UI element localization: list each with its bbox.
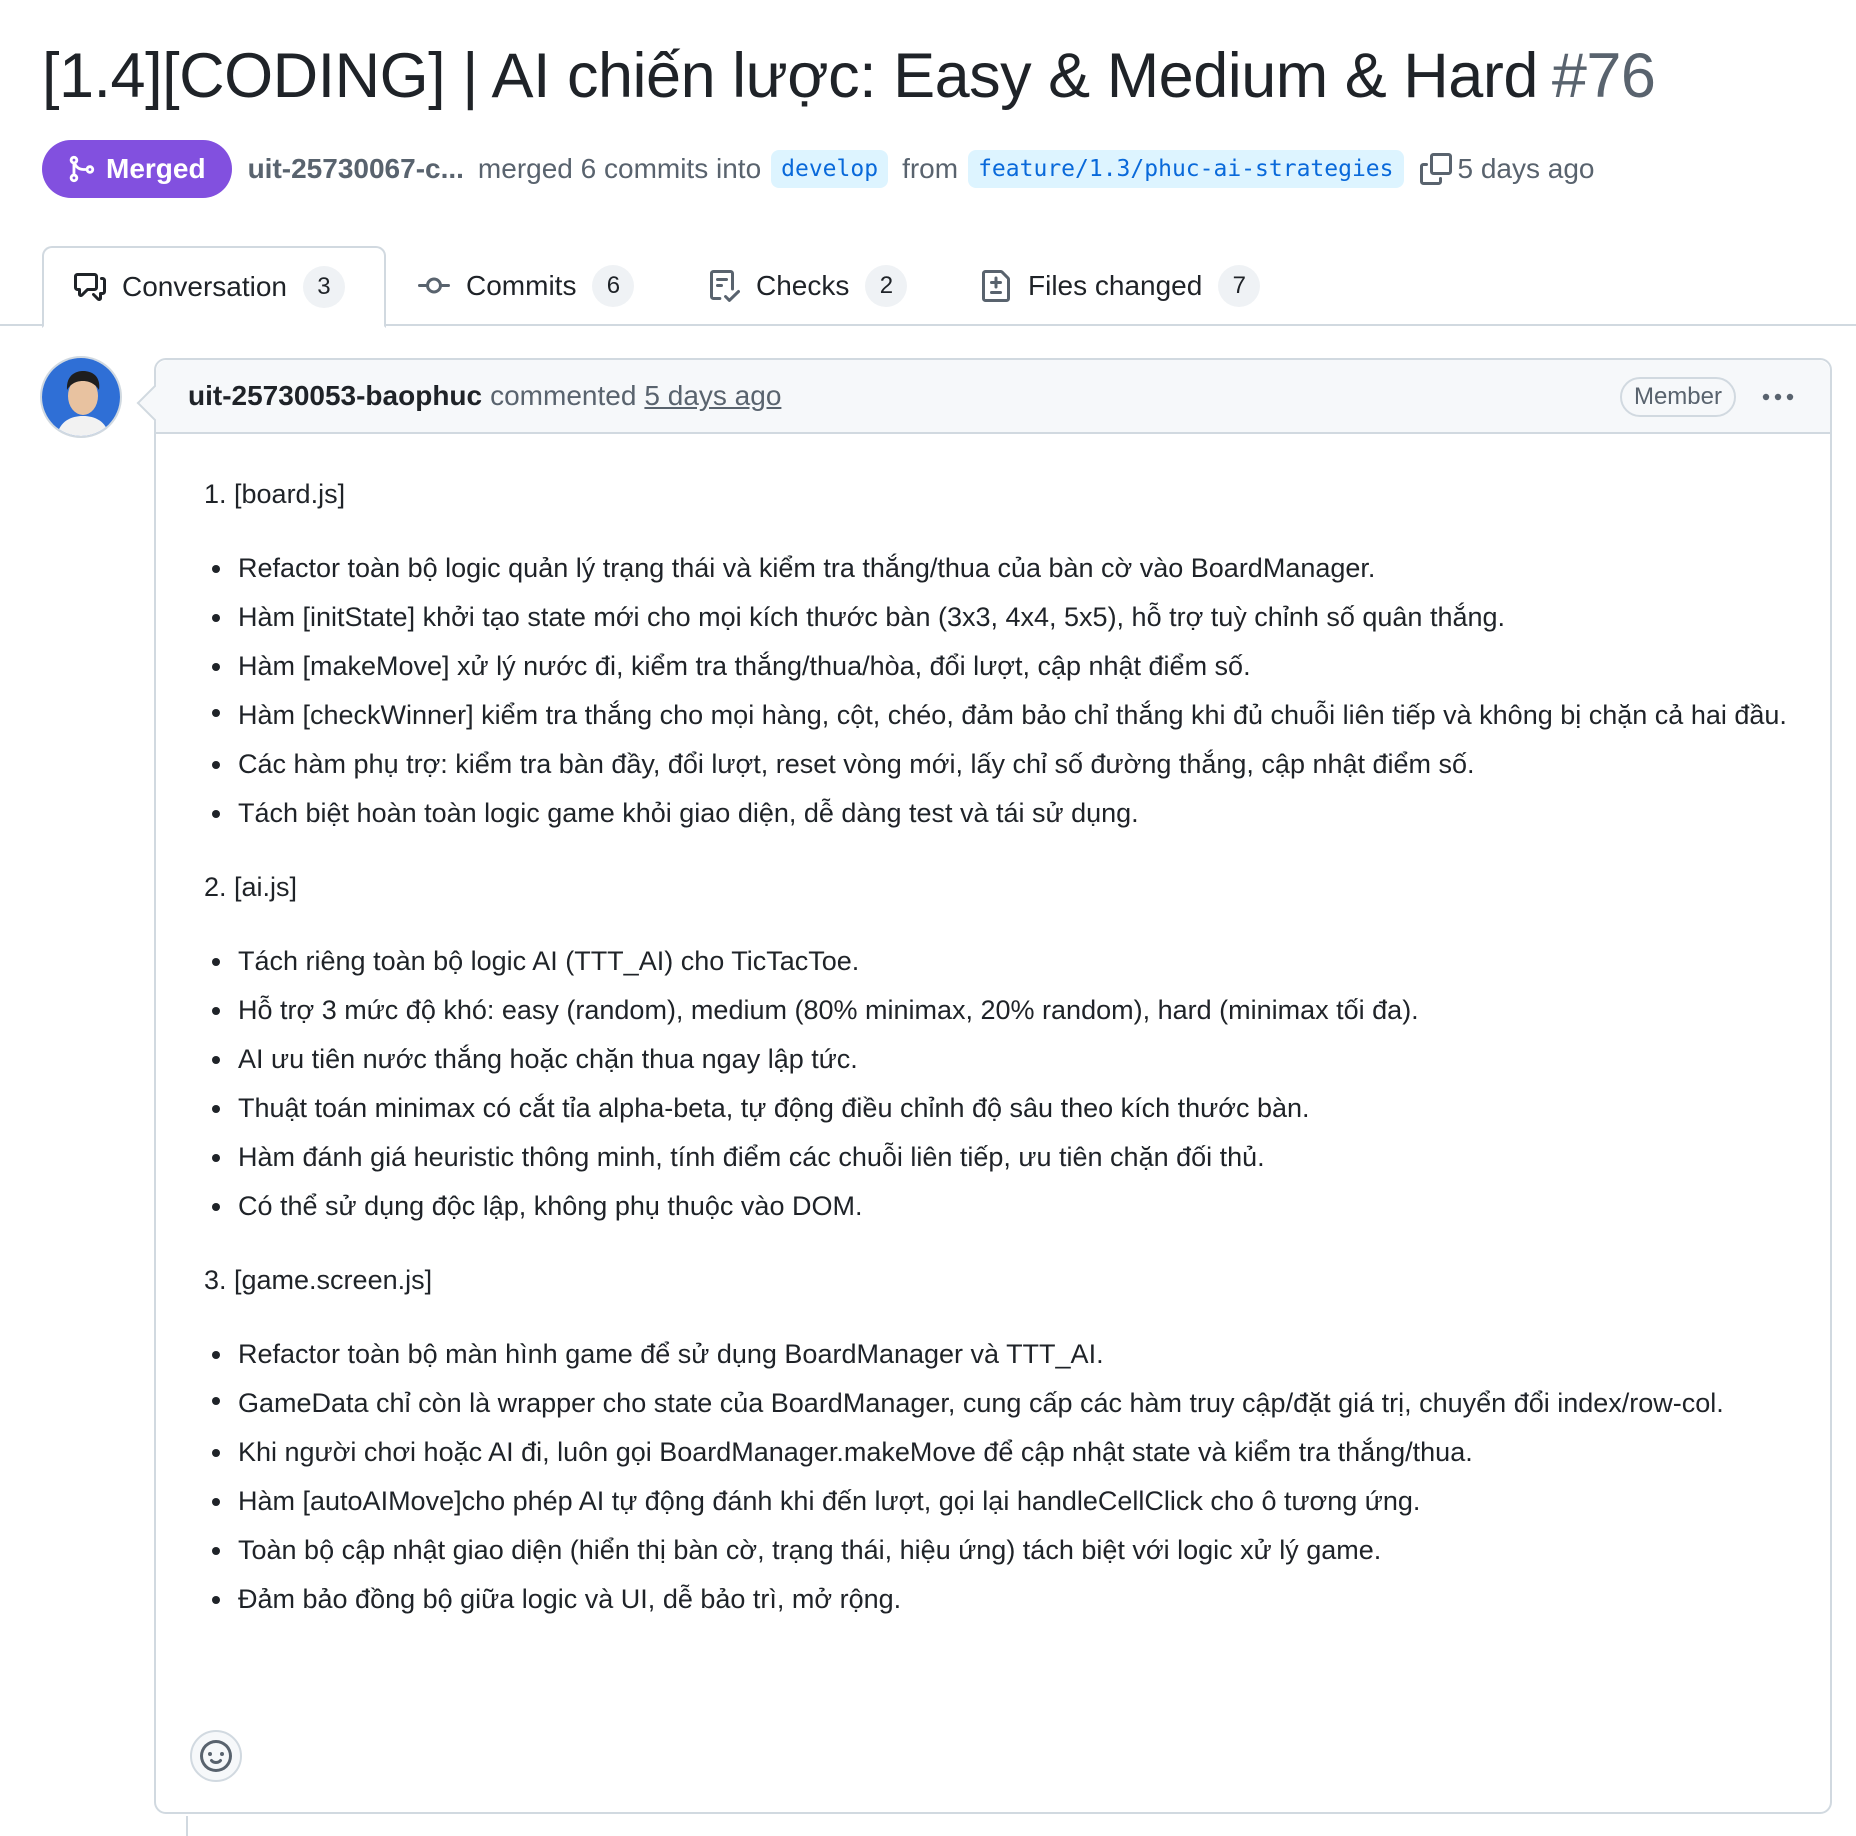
comment-box: uit-25730053-baophuc commented 5 days ag… — [154, 358, 1832, 1814]
tab-conversation-label: Conversation — [122, 271, 287, 302]
tab-conversation-count: 3 — [302, 266, 345, 308]
section-title: 2. [ai.js] — [204, 872, 298, 902]
smiley-icon — [200, 1740, 232, 1772]
git-commit-icon — [418, 277, 450, 294]
list-item: Khi người chơi hoặc AI đi, luôn gọi Boar… — [204, 1428, 1804, 1477]
list-item: Tách riêng toàn bộ logic AI (TTT_AI) cho… — [204, 937, 1804, 986]
tab-commits[interactable]: Commits 6 — [418, 246, 635, 326]
pr-tabs: Conversation 3 Commits 6 Checks 2 Files … — [0, 246, 1856, 328]
comment-header: uit-25730053-baophuc commented 5 days ag… — [156, 360, 1830, 434]
list-item: Toàn bộ cập nhật giao diện (hiển thị bàn… — [204, 1526, 1804, 1575]
from-text: from — [902, 153, 959, 184]
comment-body: 1. [board.js] Refactor toàn bộ logic quả… — [204, 470, 1804, 1624]
list-item: Tách biệt hoàn toàn logic game khỏi giao… — [204, 789, 1804, 838]
list-item: Hàm [initState] khởi tạo state mới cho m… — [204, 593, 1804, 642]
tab-conversation[interactable]: Conversation 3 — [42, 246, 386, 328]
merged-badge: Merged — [42, 140, 232, 198]
head-branch-link[interactable]: feature/1.3/phuc-ai-strategies — [968, 150, 1404, 188]
page-title: [1.4][CODING] | AI chiến lược: Easy & Me… — [42, 40, 1656, 112]
list-item: Các hàm phụ trợ: kiểm tra bàn đầy, đổi l… — [204, 740, 1804, 789]
section-title: 3. [game.screen.js] — [204, 1265, 433, 1295]
list-item: Hỗ trợ 3 mức độ khó: easy (random), medi… — [204, 986, 1804, 1035]
tab-commits-label: Commits — [466, 270, 577, 301]
git-merge-icon — [69, 155, 95, 183]
tab-checks-label: Checks — [756, 270, 850, 301]
section-title: 1. [board.js] — [204, 479, 346, 509]
comment-author-link[interactable]: uit-25730053-baophuc — [188, 380, 482, 412]
base-branch-link[interactable]: develop — [771, 150, 889, 188]
pr-time: 5 days ago — [1457, 153, 1595, 184]
comment-time-link[interactable]: 5 days ago — [644, 380, 781, 412]
file-diff-icon — [982, 270, 1010, 302]
pr-meta: Merged uit-25730067-c... merged 6 commit… — [42, 140, 1595, 198]
tab-files-changed[interactable]: Files changed 7 — [980, 246, 1261, 326]
kebab-horizontal-icon[interactable] — [1758, 380, 1798, 414]
pr-number: #76 — [1551, 41, 1656, 111]
checklist-icon — [710, 270, 740, 302]
merged-label: Merged — [106, 153, 206, 184]
tab-files-changed-label: Files changed — [1028, 270, 1203, 301]
comment-action: commented — [490, 380, 637, 411]
member-badge: Member — [1619, 377, 1736, 417]
list-item: Hàm [makeMove] xử lý nước đi, kiểm tra t… — [204, 642, 1804, 691]
pr-title: [1.4][CODING] | AI chiến lược: Easy & Me… — [42, 41, 1538, 111]
add-reaction-button[interactable] — [190, 1730, 242, 1782]
copy-icon[interactable] — [1419, 153, 1452, 185]
list-item: AI ưu tiên nước thắng hoặc chặn thua nga… — [204, 1035, 1804, 1084]
list-item: Hàm [checkWinner] kiểm tra thắng cho mọi… — [204, 691, 1804, 740]
avatar[interactable] — [40, 356, 122, 438]
tab-checks-count: 2 — [865, 265, 908, 307]
tab-checks[interactable]: Checks 2 — [708, 246, 908, 326]
list-item: Hàm [autoAIMove]cho phép AI tự động đánh… — [204, 1477, 1804, 1526]
list-item: Refactor toàn bộ logic quản lý trạng thá… — [204, 544, 1804, 593]
merge-text: merged 6 commits into — [477, 153, 762, 184]
pr-author-link[interactable]: uit-25730067-c... — [248, 153, 464, 185]
list-item: Có thể sử dụng độc lập, không phụ thuộc … — [204, 1182, 1804, 1231]
tab-files-changed-count: 7 — [1218, 265, 1261, 307]
list-item: Refactor toàn bộ màn hình game để sử dụn… — [204, 1330, 1804, 1379]
comment-discussion-icon — [74, 273, 106, 301]
avatar-image — [42, 358, 120, 436]
list-item: Thuật toán minimax có cắt tỉa alpha-beta… — [204, 1084, 1804, 1133]
list-item: Đảm bảo đồng bộ giữa logic và UI, dễ bảo… — [204, 1575, 1804, 1624]
list-item: Hàm đánh giá heuristic thông minh, tính … — [204, 1133, 1804, 1182]
list-item: GameData chỉ còn là wrapper cho state củ… — [204, 1379, 1804, 1428]
timeline-line — [186, 1816, 188, 1836]
tab-commits-count: 6 — [592, 265, 635, 307]
